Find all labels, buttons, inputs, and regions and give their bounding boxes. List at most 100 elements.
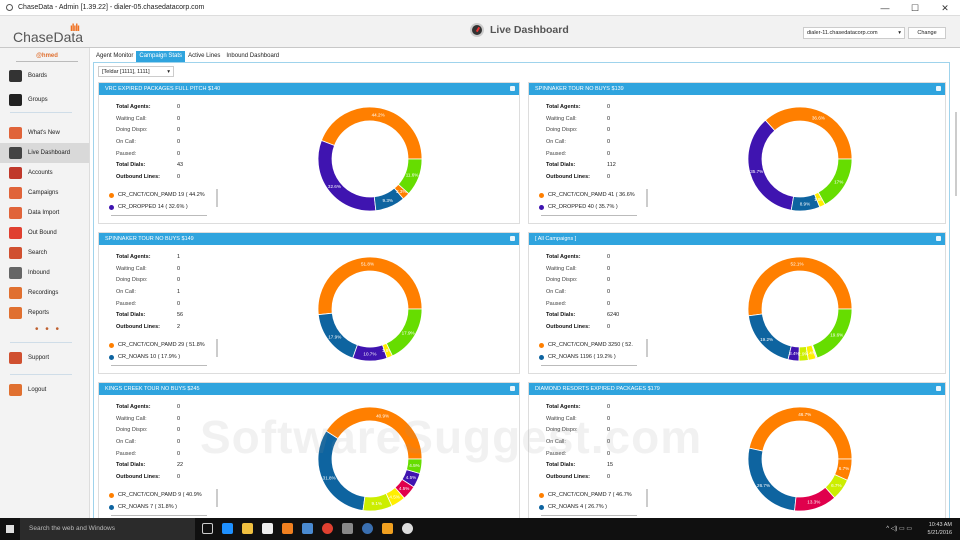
maximize-icon[interactable] [936, 386, 941, 391]
stat-value: 0 [607, 323, 611, 330]
maximize-icon[interactable] [936, 236, 941, 241]
legend-scrollbar[interactable] [646, 489, 648, 507]
donut-slice[interactable] [747, 119, 795, 211]
stat-value: 0 [177, 103, 181, 110]
sidebar-item-accounts[interactable]: Accounts [0, 163, 89, 183]
sidebar-item-label: What's New [28, 130, 60, 136]
stat-row: Waiting Call: 0 [116, 413, 183, 425]
close-button[interactable]: ✕ [930, 0, 960, 16]
donut-slice[interactable] [317, 430, 366, 511]
app-icon[interactable] [362, 523, 373, 534]
app-icon[interactable] [302, 523, 313, 534]
system-tray[interactable]: ^ ◁) ▭ ▭ [886, 525, 912, 532]
campaign-panel: SPINNAKER TOUR NO BUYS $139 Total Agents:… [528, 82, 946, 224]
sidebar-item-logout[interactable]: Logout [0, 380, 89, 400]
tab-agent-monitor[interactable]: Agent Monitor [93, 51, 136, 62]
maximize-icon[interactable] [936, 86, 941, 91]
store-icon[interactable] [262, 523, 273, 534]
edge-icon[interactable] [222, 523, 233, 534]
stat-value: 0 [607, 138, 611, 145]
donut-slice[interactable] [317, 139, 377, 212]
stat-label: Doing Dispo: [546, 277, 578, 284]
sidebar-item-groups[interactable]: Groups [0, 90, 89, 110]
stat-value: 0 [177, 403, 181, 410]
panel-title: VRC EXPIRED PACKAGES FULL PITCH $140 [105, 86, 221, 92]
accounts-icon [9, 167, 22, 179]
sidebar-item-reports[interactable]: Reports [0, 303, 89, 323]
tab-campaign-stats[interactable]: Campaign Stats [136, 51, 186, 62]
legend-item: CR_CNCT/CON_PAMD 41 ( 36.6% [539, 189, 643, 201]
taskbar-search[interactable]: Search the web and Windows [20, 518, 195, 540]
sidebar-item-recordings[interactable]: Recordings [0, 283, 89, 303]
tab-active-lines[interactable]: Active Lines [185, 51, 223, 62]
legend-label: CR_CNCT/CON_PAMD 7 ( 46.7% [548, 492, 632, 498]
sidebar-item-inbound[interactable]: Inbound [0, 263, 89, 283]
windows-start-icon[interactable] [6, 525, 14, 533]
maximize-icon[interactable] [510, 386, 515, 391]
legend-scrollbar[interactable] [216, 339, 218, 357]
stat-row: Total Agents: 0 [546, 401, 613, 413]
legend-hscrollbar[interactable] [111, 515, 207, 516]
page-title-text: Live Dashboard [490, 24, 569, 36]
legend-scrollbar[interactable] [646, 189, 648, 207]
vertical-scrollbar[interactable] [955, 112, 957, 196]
chrome-icon[interactable] [322, 523, 333, 534]
sidebar-item-campaigns[interactable]: Campaigns [0, 183, 89, 203]
legend-scrollbar[interactable] [216, 489, 218, 507]
sidebar-item-boards[interactable]: Boards [0, 66, 89, 86]
donut-slice[interactable] [747, 447, 797, 512]
donut-slice[interactable] [325, 406, 423, 460]
legend-hscrollbar[interactable] [541, 215, 637, 216]
minimize-button[interactable]: — [870, 0, 900, 16]
stat-row: Total Dials: 112 [546, 159, 616, 171]
legend-hscrollbar[interactable] [111, 215, 207, 216]
divider [10, 112, 72, 113]
stat-value: 0 [177, 427, 181, 434]
sidebar-item-support[interactable]: Support [0, 348, 89, 368]
change-button[interactable]: Change [908, 27, 946, 39]
app-icon[interactable] [342, 523, 353, 534]
campaign-select[interactable]: [Teldar [1111], 1111] ▾ [98, 66, 174, 77]
legend-hscrollbar[interactable] [541, 515, 637, 516]
legend-hscrollbar[interactable] [111, 365, 207, 366]
chasedata-app-icon[interactable] [402, 523, 413, 534]
legend-hscrollbar[interactable] [541, 365, 637, 366]
support-icon [9, 352, 22, 364]
stat-value: 0 [607, 103, 611, 110]
legend-dot-icon [539, 504, 544, 510]
app-icon[interactable] [282, 523, 293, 534]
sidebar-item-data-import[interactable]: Data Import [0, 203, 89, 223]
maximize-icon[interactable] [510, 236, 515, 241]
task-view-icon[interactable] [202, 523, 213, 534]
groups-icon [9, 94, 22, 106]
sidebar-item-what-s-new[interactable]: What's New [0, 123, 89, 143]
sidebar-item-search[interactable]: Search [0, 243, 89, 263]
stat-label: On Call: [546, 288, 566, 295]
sidebar-item-label: Reports [28, 310, 50, 316]
stat-row: On Call: 0 [116, 436, 183, 448]
donut-slice[interactable] [764, 106, 853, 160]
clock[interactable]: 10:43 AM 5/21/2016 [928, 521, 952, 537]
legend-scrollbar[interactable] [646, 339, 648, 357]
legend-scrollbar[interactable] [216, 189, 218, 207]
stat-value: 6240 [607, 312, 620, 319]
stat-value: 0 [177, 173, 181, 180]
stat-value: 0 [177, 277, 181, 284]
more-button[interactable]: • • • [35, 324, 61, 335]
tab-inbound-dashboard[interactable]: Inbound Dashboard [223, 51, 282, 62]
maximize-button[interactable]: ☐ [900, 0, 930, 16]
stat-label: Total Agents: [116, 253, 151, 260]
stat-row: Doing Dispo: 0 [546, 424, 613, 436]
sidebar-item-live-dashboard[interactable]: Live Dashboard [0, 143, 89, 163]
sidebar-item-label: Recordings [28, 290, 59, 296]
legend-label: CR_NOANS 7 ( 31.8% ) [118, 504, 177, 510]
app-icon[interactable] [382, 523, 393, 534]
server-select[interactable]: dialer-11.chasedatacorp.com ▾ [803, 27, 905, 39]
stat-row: Total Agents: 0 [546, 251, 619, 263]
file-explorer-icon[interactable] [242, 523, 253, 534]
maximize-icon[interactable] [510, 86, 515, 91]
slice-label: 10.7% [363, 352, 376, 357]
stat-row: Paused: 0 [116, 298, 183, 310]
sidebar-item-out-bound[interactable]: Out Bound [0, 223, 89, 243]
stat-label: Total Agents: [546, 253, 581, 260]
